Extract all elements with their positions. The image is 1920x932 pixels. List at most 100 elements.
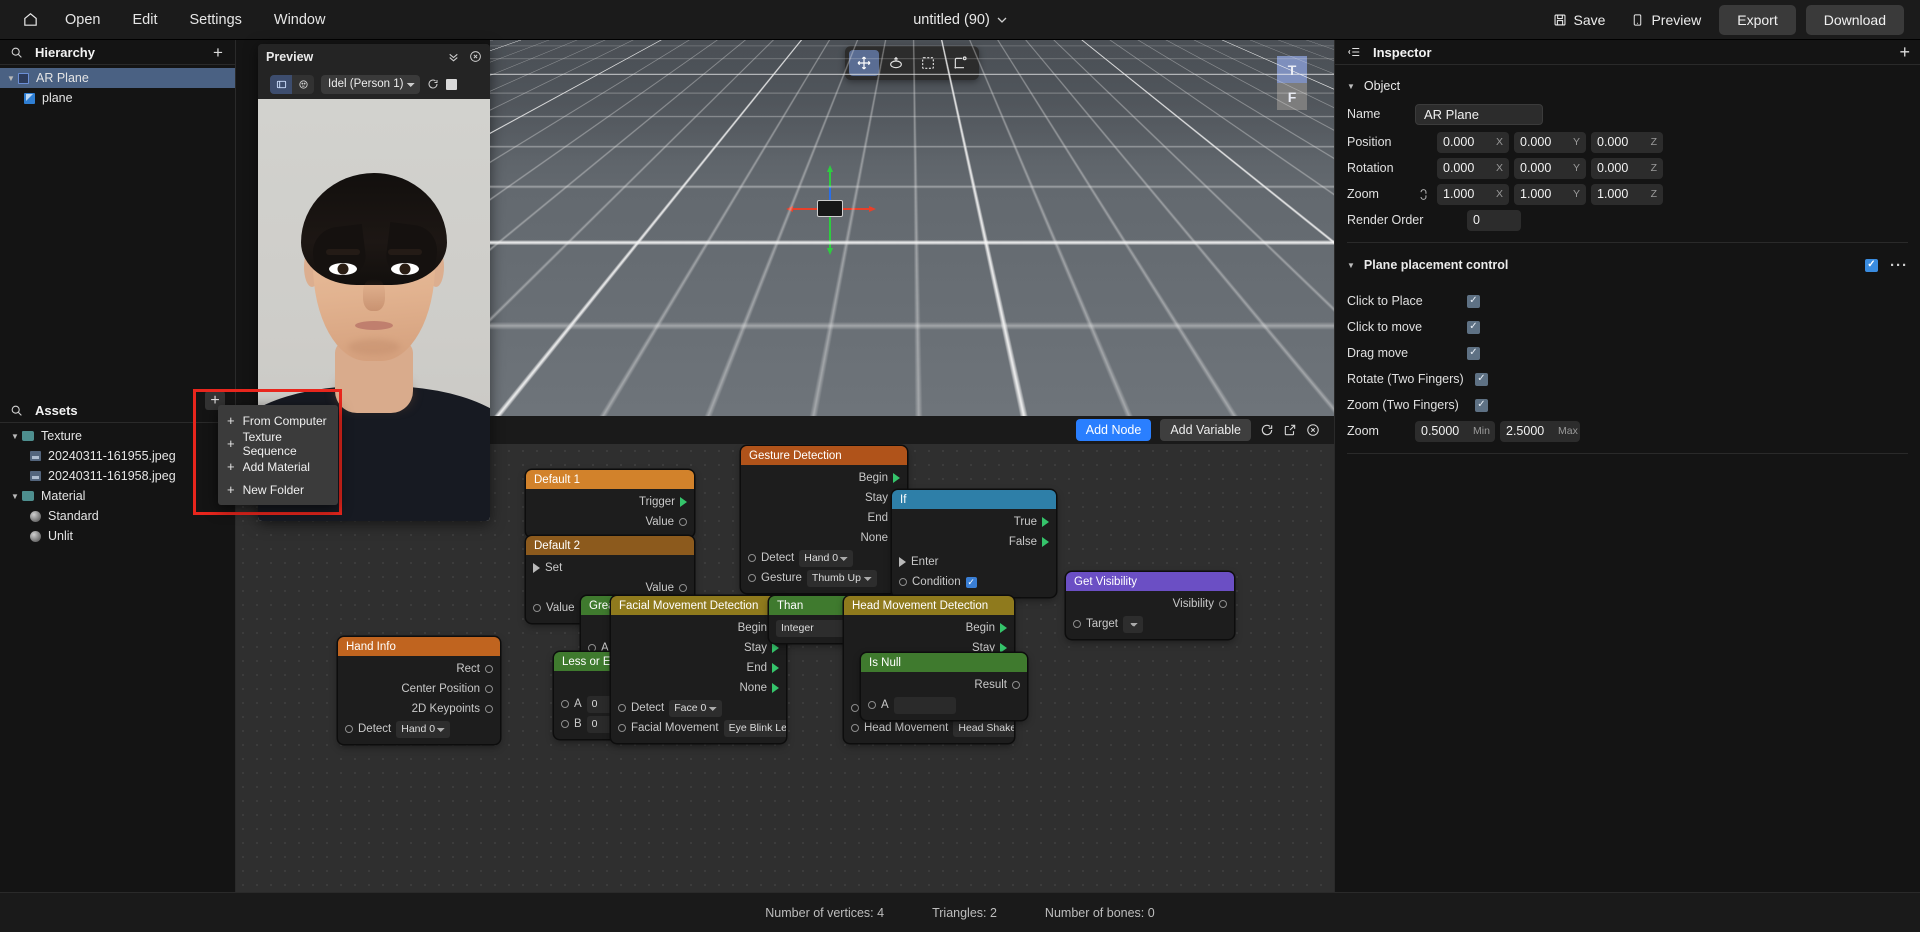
flow-port-icon[interactable] <box>1000 643 1007 653</box>
position-y-field[interactable]: Y <box>1514 131 1586 153</box>
graph-node-port-row[interactable]: Detect Face 0Face 1 <box>611 698 786 718</box>
chevrons-down-icon[interactable] <box>447 50 460 63</box>
menu-window[interactable]: Window <box>274 12 326 28</box>
link-scale-icon[interactable] <box>1415 188 1431 201</box>
graph-node-title[interactable]: Facial Movement Detection <box>611 596 786 615</box>
value-port-icon[interactable] <box>1219 600 1227 608</box>
graph-node[interactable]: Gesture Detection Begin Stay End None Detect H… <box>741 446 907 593</box>
graph-node[interactable]: Hand Info Rect Center Position 2D Keypoints… <box>338 637 500 744</box>
click-to-move-checkbox[interactable] <box>1467 320 1480 334</box>
face-icon[interactable] <box>292 75 314 94</box>
zoom-max-field[interactable]: Max <box>1500 420 1580 442</box>
assets-menu-item[interactable]: + Add Material <box>218 455 338 478</box>
flow-port-icon[interactable] <box>772 663 779 673</box>
graph-node-port-row[interactable]: None <box>611 678 786 698</box>
graph-node-port-row[interactable]: Trigger <box>526 492 694 512</box>
zoom-min-field[interactable]: Min <box>1415 420 1495 442</box>
flow-port-icon[interactable] <box>899 557 906 567</box>
click-to-place-checkbox[interactable] <box>1467 294 1480 308</box>
rotate-two-fingers-checkbox[interactable] <box>1475 372 1488 386</box>
plane-placement-section-header[interactable]: ▼ Plane placement control ··· <box>1335 252 1920 278</box>
value-port-icon[interactable] <box>899 578 907 586</box>
value-port-icon[interactable] <box>618 724 626 732</box>
flow-port-icon[interactable] <box>1000 623 1007 633</box>
zoom-y-field[interactable]: Y <box>1514 183 1586 205</box>
position-y-input[interactable] <box>1520 135 1564 149</box>
rotation-z-input[interactable] <box>1597 161 1641 175</box>
object-name-input[interactable] <box>1415 103 1543 125</box>
hierarchy-add-button[interactable]: + <box>209 43 227 61</box>
stop-square-icon[interactable] <box>446 78 457 90</box>
search-icon[interactable] <box>10 46 23 59</box>
viewport-3d[interactable]: T F <box>490 40 1334 416</box>
value-port-icon[interactable] <box>485 685 493 693</box>
more-dots-icon[interactable]: ··· <box>1890 258 1908 273</box>
download-button[interactable]: Download <box>1805 5 1904 35</box>
graph-node-port-row[interactable]: Rect <box>338 659 500 679</box>
scale-tool-icon[interactable] <box>913 50 943 76</box>
graph-node-title[interactable]: Is Null <box>861 653 1027 672</box>
chevron-down-icon[interactable]: ▼ <box>1347 82 1355 91</box>
graph-node[interactable]: Is Null Result A <box>861 653 1027 720</box>
zoom-x-input[interactable] <box>1443 187 1487 201</box>
graph-node-port-row[interactable]: Target <box>1066 614 1234 634</box>
graph-node[interactable]: Get Visibility Visibility Target <box>1066 572 1234 639</box>
refresh-icon[interactable] <box>427 78 439 90</box>
plane-placement-enabled-checkbox[interactable] <box>1865 258 1878 272</box>
menu-edit[interactable]: Edit <box>132 12 157 28</box>
zoom-z-input[interactable] <box>1597 187 1641 201</box>
position-z-field[interactable]: Z <box>1591 131 1663 153</box>
zoom-z-field[interactable]: Z <box>1591 183 1663 205</box>
move-tool-icon[interactable] <box>849 50 879 76</box>
graph-node-port-row[interactable]: Detect Hand 0Hand 1 <box>741 548 907 568</box>
value-port-icon[interactable] <box>851 724 859 732</box>
graph-node-port-row[interactable]: 2D Keypoints <box>338 699 500 719</box>
position-x-field[interactable]: X <box>1437 131 1509 153</box>
position-x-input[interactable] <box>1443 135 1487 149</box>
preview-button[interactable]: Preview <box>1623 7 1709 33</box>
assets-menu-item[interactable]: + Texture Sequence <box>218 430 338 458</box>
zoom-x-field[interactable]: X <box>1437 183 1509 205</box>
graph-node-select[interactable]: Hand 0Hand 1 <box>799 549 854 567</box>
assets-menu-item[interactable]: + New Folder <box>218 478 338 501</box>
graph-node-input[interactable] <box>893 696 956 714</box>
rotation-z-field[interactable]: Z <box>1591 157 1663 179</box>
preview-source-select[interactable]: Idel (Person 1) <box>321 74 420 94</box>
graph-node-port-row[interactable]: Value <box>526 512 694 532</box>
popout-icon[interactable] <box>1283 423 1297 437</box>
value-port-icon[interactable] <box>588 644 596 652</box>
graph-node-title[interactable]: If <box>892 490 1056 509</box>
value-port-icon[interactable] <box>1073 620 1081 628</box>
hierarchy-item-ar-plane[interactable]: ▼ AR Plane <box>0 68 235 88</box>
flow-port-icon[interactable] <box>1042 517 1049 527</box>
render-order-input[interactable] <box>1473 213 1515 227</box>
graph-node-port-row[interactable]: Value <box>526 578 694 598</box>
zoom-max-input[interactable] <box>1506 424 1558 438</box>
graph-node-select[interactable] <box>1122 615 1143 633</box>
graph-node-title[interactable]: Default 1 <box>526 470 694 489</box>
flow-port-icon[interactable] <box>893 473 900 483</box>
graph-node-port-row[interactable]: End <box>611 658 786 678</box>
home-icon[interactable] <box>22 11 39 28</box>
zoom-two-fingers-checkbox[interactable] <box>1475 398 1488 412</box>
graph-node-port-row[interactable]: Center Position <box>338 679 500 699</box>
save-button[interactable]: Save <box>1545 7 1614 33</box>
asset-item[interactable]: Standard <box>0 506 235 526</box>
graph-node-port-row[interactable]: Begin <box>844 618 1014 638</box>
graph-node-port-row[interactable]: None <box>741 528 907 548</box>
view-front-button[interactable]: F <box>1277 83 1307 110</box>
graph-node-port-row[interactable]: A <box>861 695 1027 715</box>
chevron-down-icon[interactable]: ▼ <box>8 492 22 501</box>
graph-node-title[interactable]: Hand Info <box>338 637 500 656</box>
value-port-icon[interactable] <box>618 704 626 712</box>
assets-group-texture[interactable]: ▼ Texture <box>0 426 235 446</box>
value-port-icon[interactable] <box>485 665 493 673</box>
render-order-field[interactable] <box>1467 209 1521 231</box>
flow-port-icon[interactable] <box>772 643 779 653</box>
view-top-button[interactable]: T <box>1277 56 1307 83</box>
export-button[interactable]: Export <box>1719 5 1796 35</box>
graph-node-port-row[interactable]: Begin <box>741 468 907 488</box>
transform-gizmo[interactable] <box>786 165 876 255</box>
graph-node-port-row[interactable]: Stay <box>741 488 907 508</box>
plus-icon[interactable]: + <box>1899 43 1910 61</box>
